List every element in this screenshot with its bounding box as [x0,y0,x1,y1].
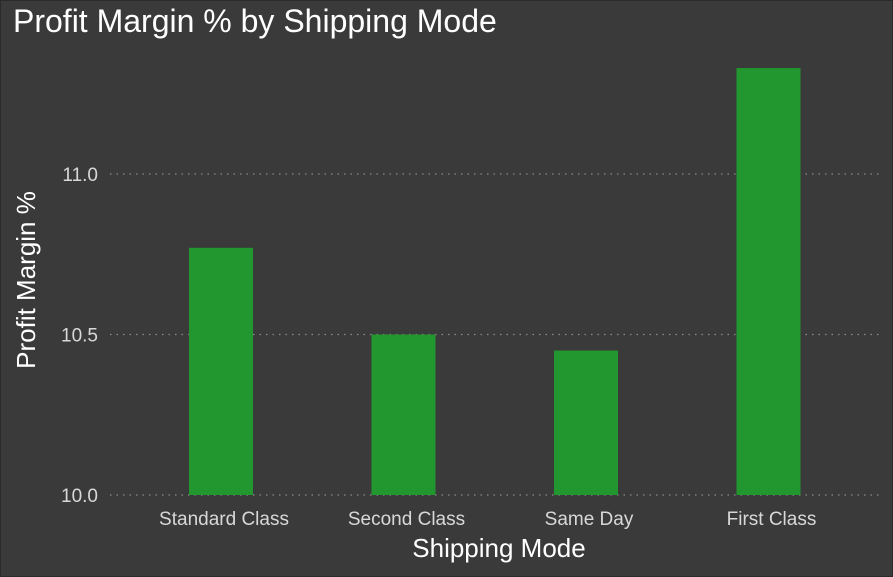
y-tick-label: 10.5 [61,326,98,347]
bar-second-class [371,334,436,495]
x-tick-label: Second Class [348,509,465,530]
y-tick-labels: 10.0 10.5 11.0 [61,165,98,507]
x-tick-label: Standard Class [159,509,289,530]
x-axis-label: Shipping Mode [412,533,585,563]
y-axis-label: Profit Margin % [11,191,41,369]
x-tick-label: Same Day [545,509,634,530]
bar-first-class [736,68,801,495]
bars [189,68,801,495]
x-tick-label: First Class [727,509,817,530]
x-tick-labels: Standard Class Second Class Same Day First … [159,509,816,530]
bar-same-day [554,350,618,495]
chart-canvas: 10.010.511.0 Standard Class Second Class S… [11,68,880,563]
y-tick-label: 11.0 [62,165,98,186]
y-tick-label: 10.0 [61,486,98,507]
bar-standard-class [189,247,253,495]
